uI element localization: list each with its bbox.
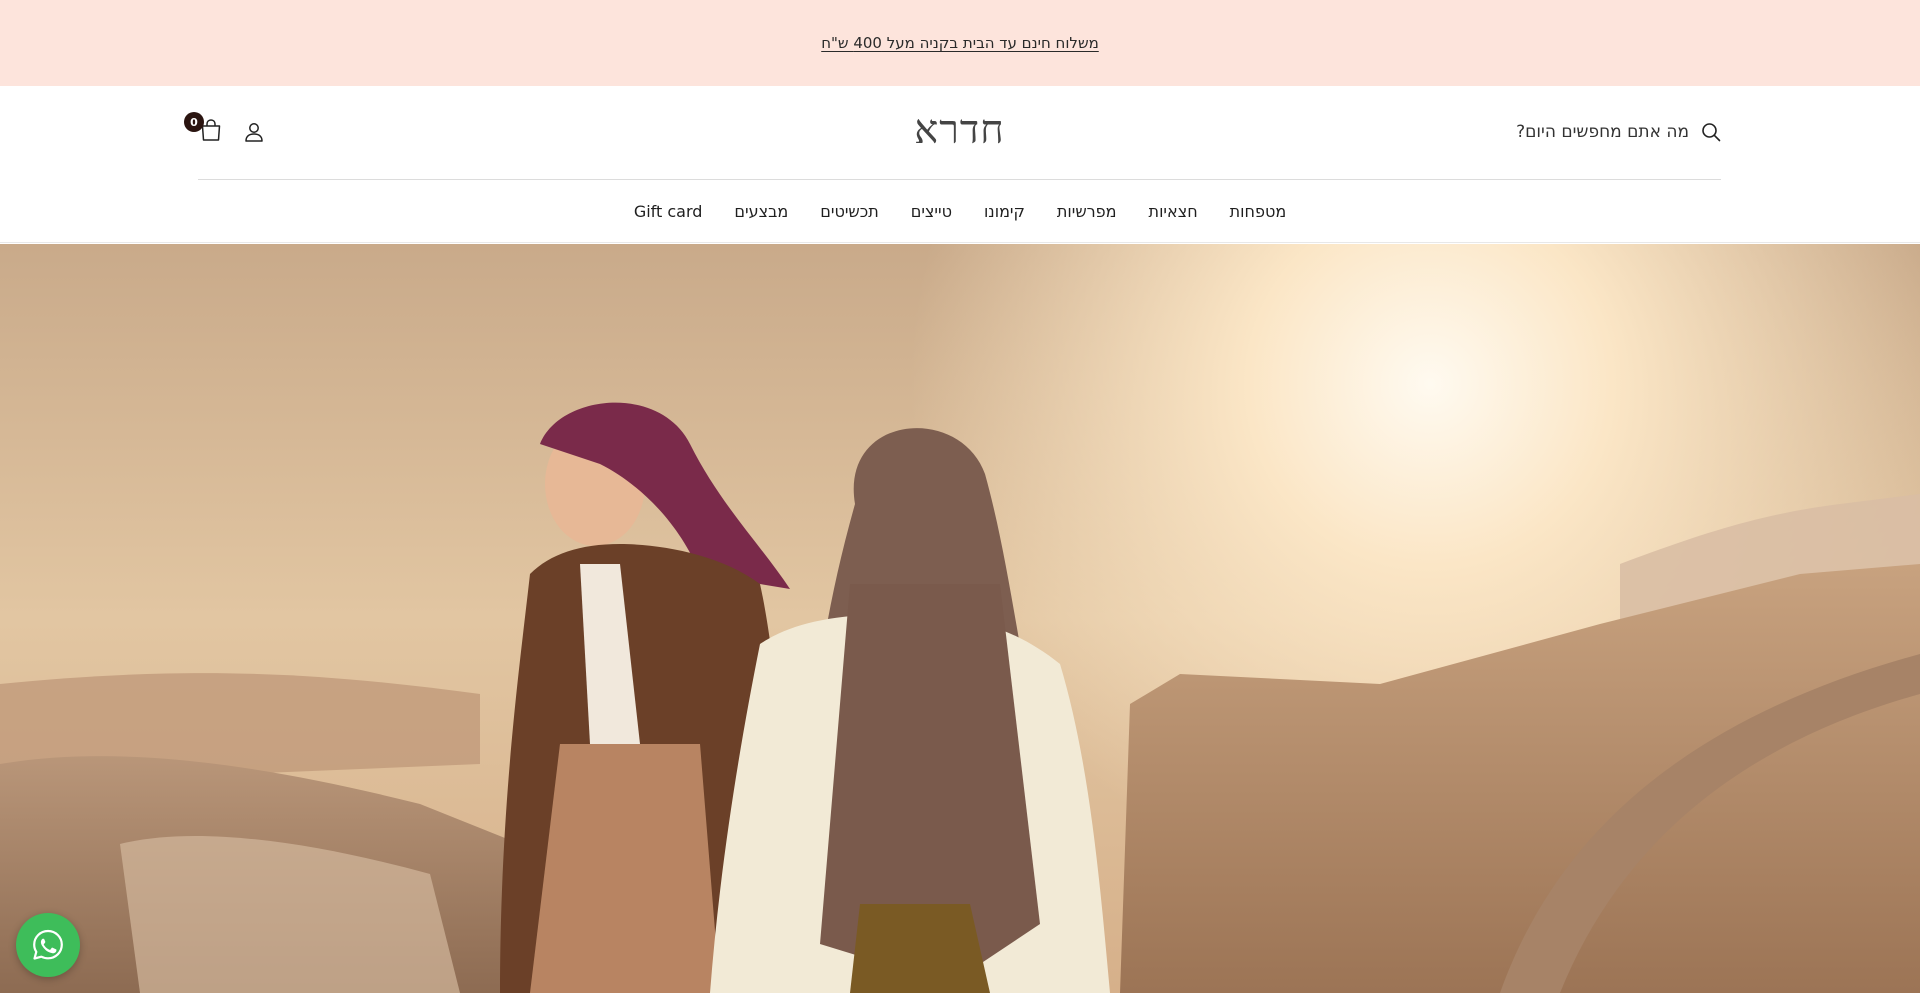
nav-item-sales[interactable]: מבצעים xyxy=(734,202,788,221)
hero-image xyxy=(0,244,1920,993)
site-header: מה אתם מחפשים היום? חדרא 0 מטפחות חצאיות… xyxy=(0,86,1920,243)
nav-item-tablecloths[interactable]: מפרשיות xyxy=(1057,202,1117,221)
search-trigger[interactable]: מה אתם מחפשים היום? xyxy=(1516,117,1721,147)
nav-item-jewelry[interactable]: תכשיטים xyxy=(820,202,878,221)
search-placeholder: מה אתם מחפשים היום? xyxy=(1516,122,1689,142)
hero-banner[interactable] xyxy=(0,244,1920,993)
announcement-bar: משלוח חינם עד הבית בקניה מעל 400 ש"ח xyxy=(0,0,1920,86)
announcement-link[interactable]: משלוח חינם עד הבית בקניה מעל 400 ש"ח xyxy=(821,34,1099,52)
nav-item-skirts[interactable]: חצאיות xyxy=(1149,202,1198,221)
whatsapp-icon xyxy=(33,929,63,960)
search-icon xyxy=(1702,123,1721,142)
whatsapp-button[interactable] xyxy=(16,913,80,977)
nav-item-leggings[interactable]: טייצים xyxy=(911,202,952,221)
main-nav: מטפחות חצאיות מפרשיות קימונו טייצים תכשי… xyxy=(0,180,1920,242)
header-top-row: מה אתם מחפשים היום? חדרא 0 xyxy=(184,86,1721,180)
nav-item-scarves[interactable]: מטפחות xyxy=(1230,202,1287,221)
nav-item-gift-card[interactable]: Gift card xyxy=(634,202,703,221)
site-logo[interactable]: חדרא xyxy=(914,108,1005,152)
account-icon[interactable] xyxy=(243,121,265,143)
nav-item-kimono[interactable]: קימונו xyxy=(984,202,1025,221)
cart-button[interactable]: 0 xyxy=(184,112,222,142)
cart-count-badge: 0 xyxy=(184,112,204,132)
